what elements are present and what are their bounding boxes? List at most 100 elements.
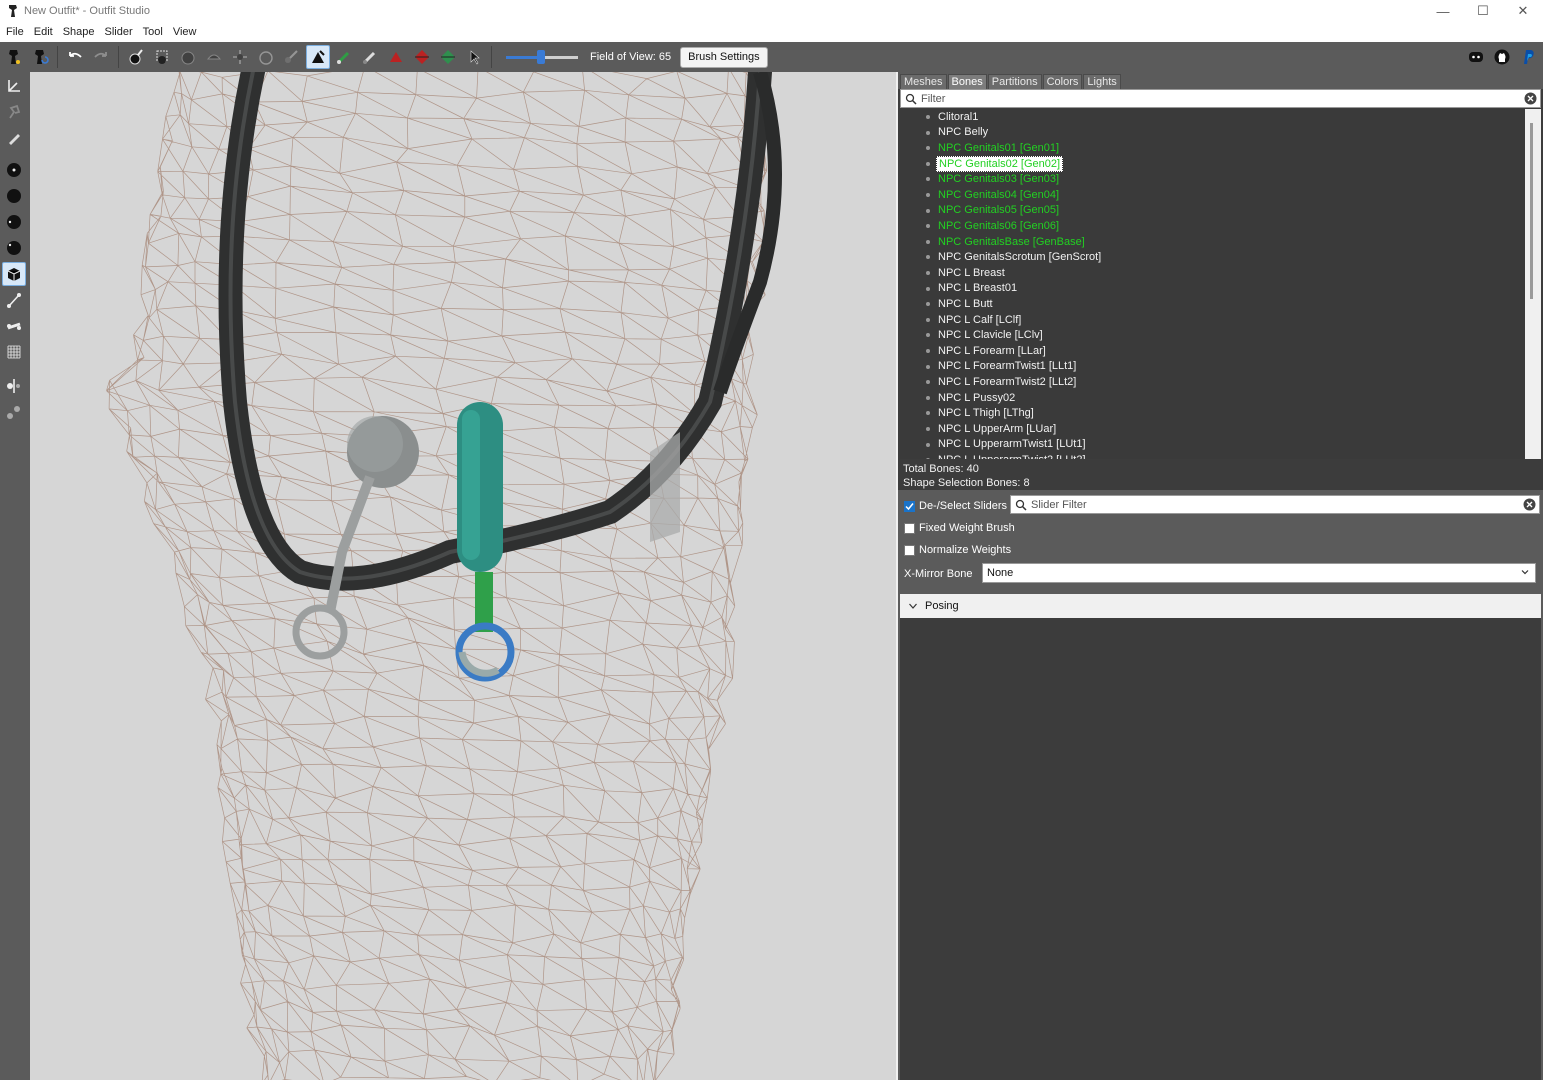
3d-viewport[interactable] xyxy=(30,72,896,1080)
transform-tool[interactable] xyxy=(2,74,26,98)
toolbar-separator xyxy=(491,46,492,68)
bone-tree-item[interactable]: Clitoral1 xyxy=(900,109,1525,125)
bone-tree-item[interactable]: NPC Genitals01 [Gen01] xyxy=(900,140,1525,156)
bone-tree-item[interactable]: NPC Genitals03 [Gen03] xyxy=(900,171,1525,187)
fov-slider-thumb[interactable] xyxy=(536,49,545,64)
tab-meshes[interactable]: Meshes xyxy=(900,74,947,89)
menu-file[interactable]: File xyxy=(1,26,29,38)
window-title: New Outfit* - Outfit Studio xyxy=(24,5,150,17)
deflate-button[interactable] xyxy=(202,45,226,69)
tree-node-dot xyxy=(926,224,930,229)
fixed-weight-brush-toggle[interactable]: Fixed Weight Brush xyxy=(904,522,1015,534)
bone-tree-item[interactable]: NPC Belly xyxy=(900,125,1525,141)
flip-edge-button[interactable] xyxy=(410,45,434,69)
undo-button[interactable] xyxy=(63,45,87,69)
normalize-weights-checkbox[interactable] xyxy=(904,544,915,556)
inflate-button[interactable] xyxy=(176,45,200,69)
bone-tree-item[interactable]: NPC L Butt xyxy=(900,296,1525,312)
tab-lights[interactable]: Lights xyxy=(1083,74,1121,89)
fixed-weight-brush-checkbox[interactable] xyxy=(904,522,915,534)
bone-tree-item[interactable]: NPC Genitals05 [Gen05] xyxy=(900,203,1525,219)
menu-tool[interactable]: Tool xyxy=(138,26,168,38)
menu-edit[interactable]: Edit xyxy=(29,26,58,38)
pencil-tool[interactable] xyxy=(2,126,26,150)
refresh-tool-button[interactable] xyxy=(28,45,52,69)
slider-filter-input[interactable]: Slider Filter xyxy=(1010,495,1540,514)
split-edge-button[interactable] xyxy=(436,45,460,69)
brush-settings-button[interactable]: Brush Settings xyxy=(680,46,768,68)
tab-partitions[interactable]: Partitions xyxy=(987,74,1042,89)
undiff-button[interactable] xyxy=(280,45,304,69)
xmirror-bone-dropdown[interactable]: None xyxy=(982,563,1536,583)
move-button[interactable] xyxy=(228,45,252,69)
minimize-button[interactable]: — xyxy=(1423,0,1463,22)
mask-brush-button[interactable] xyxy=(124,45,148,69)
clear-filter-icon[interactable] xyxy=(1524,92,1537,105)
bone-tree-item[interactable]: NPC L Breast xyxy=(900,265,1525,281)
github-button[interactable] xyxy=(1490,45,1514,69)
bone-label: NPC Belly xyxy=(938,126,989,139)
bone-list-scrollbar[interactable] xyxy=(1525,109,1541,459)
bone-tree-item[interactable]: NPC L Thigh [LThg] xyxy=(900,405,1525,421)
tab-colors[interactable]: Colors xyxy=(1042,74,1083,89)
bone-tree-item[interactable]: NPC Genitals02 [Gen02] xyxy=(900,155,1525,172)
smooth-button[interactable] xyxy=(254,45,278,69)
bone-tree-item[interactable]: NPC L ForearmTwist1 [LLt1] xyxy=(900,359,1525,375)
vertex-grid-tool[interactable] xyxy=(2,340,26,364)
color-brush-button[interactable] xyxy=(332,45,356,69)
pivot-tool[interactable] xyxy=(2,100,26,124)
mirror-tool[interactable] xyxy=(2,374,26,398)
inflate-brush-tool[interactable] xyxy=(2,184,26,208)
undo-icon xyxy=(69,52,82,58)
bone-tree-item[interactable]: NPC L Clavicle [LClv] xyxy=(900,327,1525,343)
cursor-button[interactable] xyxy=(462,45,486,69)
bone-tool[interactable] xyxy=(2,288,26,312)
scrollbar-thumb[interactable] xyxy=(1530,123,1533,299)
bone-label: NPC Genitals02 [Gen02] xyxy=(936,155,1064,172)
paypal-button[interactable] xyxy=(1516,45,1540,69)
bone-tree-item[interactable]: NPC L ForearmTwist2 [LLt2] xyxy=(900,374,1525,390)
bone-tree-item[interactable]: NPC GenitalsBase [GenBase] xyxy=(900,234,1525,250)
bone-label: NPC L Breast xyxy=(938,266,1005,279)
tab-bones[interactable]: Bones xyxy=(947,74,987,89)
maximize-button[interactable]: ☐ xyxy=(1463,0,1503,22)
mirror-icon xyxy=(7,379,20,393)
deselect-sliders-checkbox[interactable] xyxy=(904,500,915,512)
bone-tree-item[interactable]: NPC L UpperarmTwist1 [LUt1] xyxy=(900,437,1525,453)
bone-tree-item[interactable]: NPC L Forearm [LLar] xyxy=(900,343,1525,359)
normalize-weights-toggle[interactable]: Normalize Weights xyxy=(904,544,1011,556)
redo-button[interactable] xyxy=(89,45,113,69)
bone-tree-item[interactable]: NPC Genitals06 [Gen06] xyxy=(900,218,1525,234)
select-button[interactable] xyxy=(150,45,174,69)
menu-view[interactable]: View xyxy=(168,26,202,38)
clear-slider-filter-icon[interactable] xyxy=(1523,498,1536,511)
weight-brush-tool[interactable] xyxy=(2,262,26,286)
menu-slider[interactable]: Slider xyxy=(100,26,138,38)
deflate-brush-tool[interactable] xyxy=(2,210,26,234)
fov-slider[interactable] xyxy=(506,49,578,64)
bone-tree-item[interactable]: NPC L Calf [LClf] xyxy=(900,312,1525,328)
deselect-sliders-toggle[interactable]: De-/Select Sliders xyxy=(904,500,1007,512)
smooth-brush-tool[interactable] xyxy=(2,236,26,260)
close-button[interactable]: ✕ xyxy=(1503,0,1543,22)
bone-filter-input[interactable]: Filter xyxy=(900,89,1541,108)
fov-slider-fill xyxy=(506,55,541,59)
bone-tree-item[interactable]: NPC L UpperArm [LUar] xyxy=(900,421,1525,437)
mask-brush-tool[interactable] xyxy=(2,158,26,182)
undiff-icon xyxy=(285,50,298,63)
menu-shape[interactable]: Shape xyxy=(58,26,100,38)
posing-section-header[interactable]: Posing xyxy=(900,594,1541,618)
collapse-vertex-button[interactable] xyxy=(384,45,408,69)
connect-tool[interactable] xyxy=(2,400,26,424)
alpha-brush-button[interactable] xyxy=(358,45,382,69)
outfit-studio-button[interactable] xyxy=(2,45,26,69)
weight-brush-button[interactable] xyxy=(306,45,330,69)
bone-tree-item[interactable]: NPC GenitalsScrotum [GenScrot] xyxy=(900,249,1525,265)
bone-tree-item[interactable]: NPC L Breast01 xyxy=(900,281,1525,297)
bone-label: NPC Genitals03 [Gen03] xyxy=(938,173,1060,186)
segment-tool[interactable] xyxy=(2,314,26,338)
discord-button[interactable] xyxy=(1464,45,1488,69)
bone-tree-item[interactable]: NPC L UpperarmTwist2 [LUt2] xyxy=(900,452,1525,459)
bone-tree-item[interactable]: NPC Genitals04 [Gen04] xyxy=(900,187,1525,203)
bone-tree-item[interactable]: NPC L Pussy02 xyxy=(900,390,1525,406)
